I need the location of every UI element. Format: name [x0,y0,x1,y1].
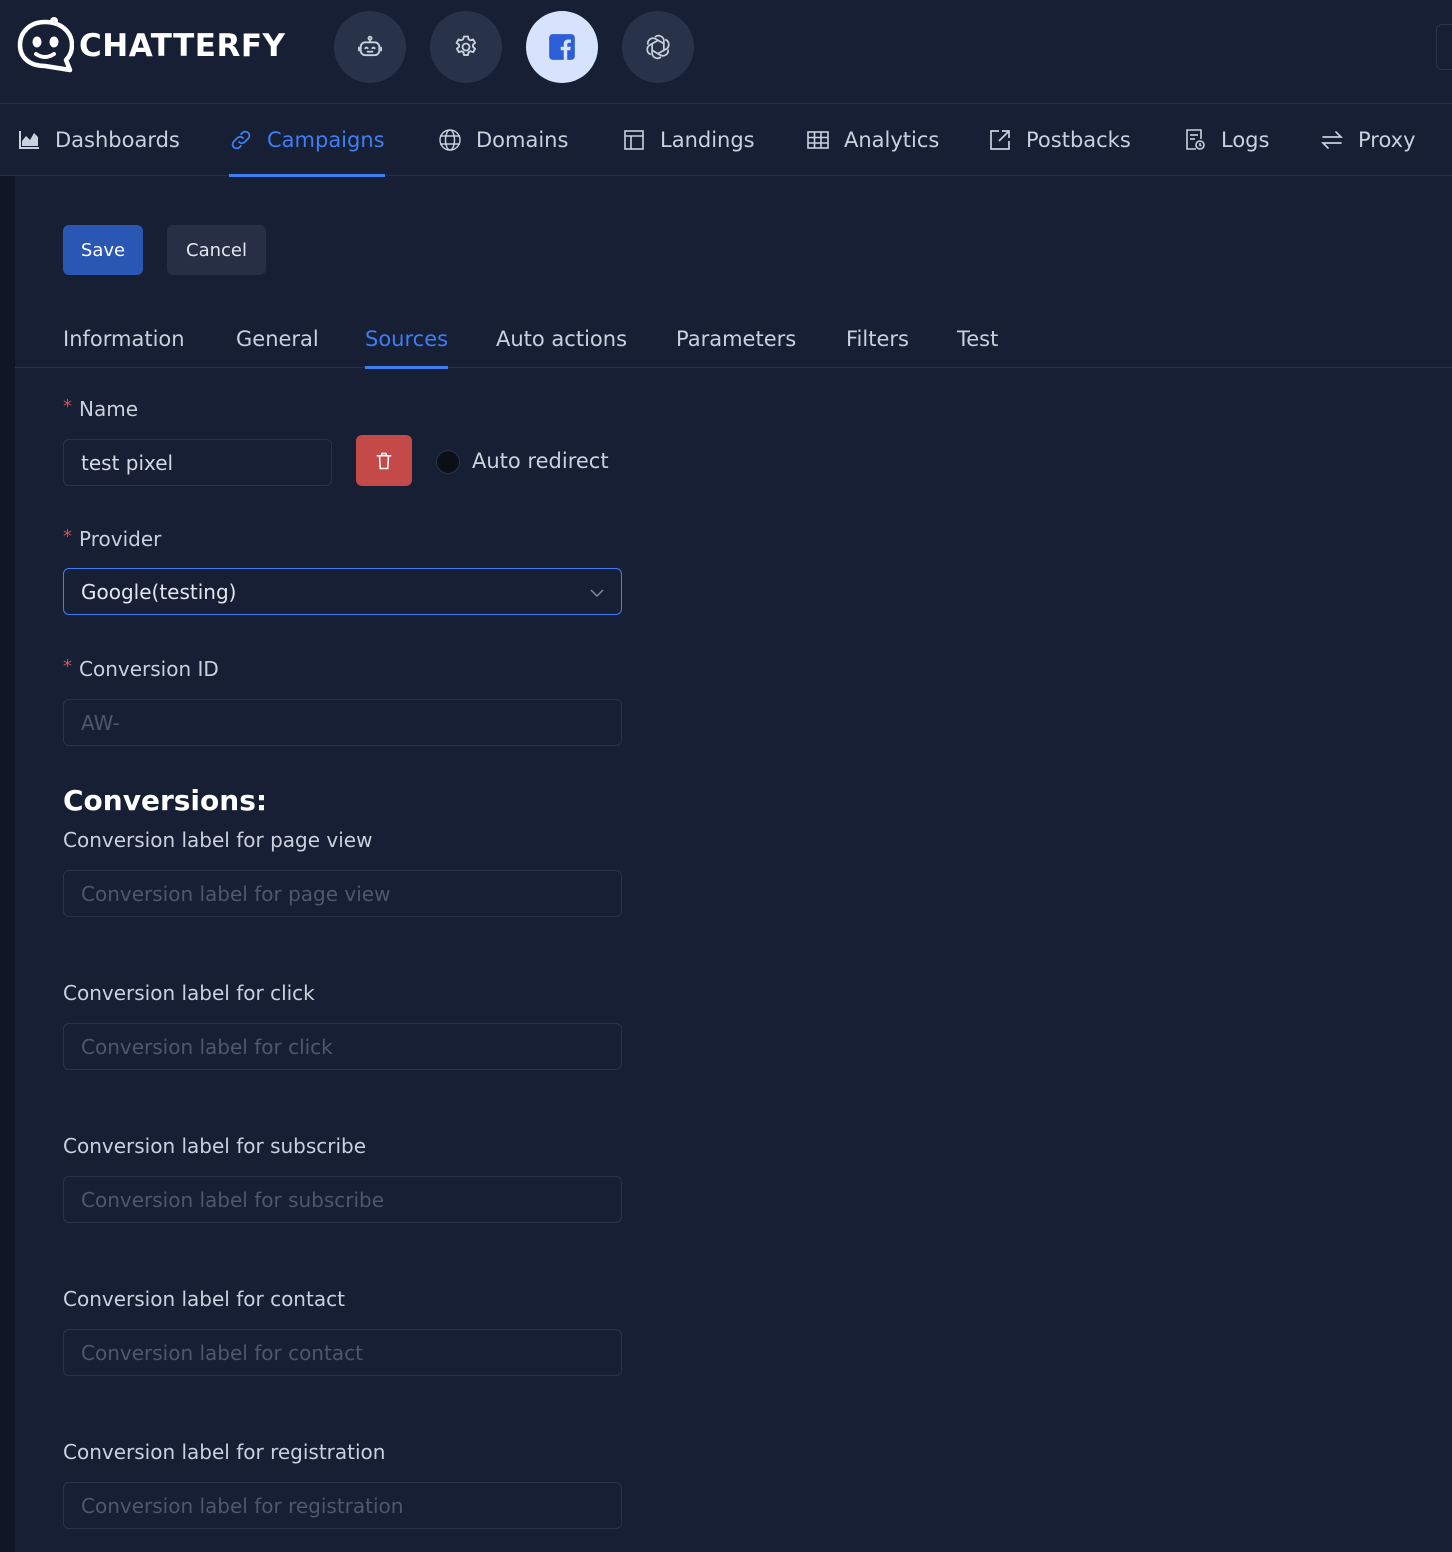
conversion-click-input[interactable]: Conversion label for click [63,1023,622,1070]
swap-icon [1320,131,1344,149]
globe-icon [439,129,461,151]
settings-button[interactable] [430,11,502,83]
conversion-page-view-label: Conversion label for page view [63,828,373,852]
conversion-id-label: Conversion ID [63,657,219,681]
nav-item-campaigns[interactable]: Campaigns [229,104,385,177]
save-button[interactable]: Save [63,225,143,275]
name-label: Name [63,397,138,421]
nav-item-dashboards[interactable]: Dashboards [17,104,180,176]
nav-item-label: Postbacks [1026,128,1131,152]
layout-icon [624,130,644,150]
brand-name: CHATTERFY [79,28,286,64]
main-content: Save Cancel Information General Sources … [15,176,1452,1552]
openai-icon [646,34,670,60]
nav-item-label: Campaigns [267,128,385,152]
chevron-down-icon [590,589,604,597]
external-link-icon [990,130,1010,150]
conversion-registration-label: Conversion label for registration [63,1440,386,1464]
bot-icon [357,35,383,57]
nav-item-label: Domains [476,128,569,152]
main-nav: Dashboards Campaigns Domains Landings An… [0,104,1452,177]
nav-item-logs[interactable]: Logs [1183,104,1269,176]
chart-icon [19,131,39,149]
facebook-button[interactable] [526,11,598,83]
name-input[interactable]: test pixel [63,439,332,486]
tab-information[interactable]: Information [63,310,185,368]
openai-button[interactable] [622,11,694,83]
conversion-contact-input[interactable]: Conversion label for contact [63,1329,622,1376]
conversion-id-input[interactable]: AW- [63,699,622,746]
nav-item-landings[interactable]: Landings [622,104,755,176]
table-icon [807,131,829,149]
nav-item-label: Landings [660,128,755,152]
provider-label: Provider [63,527,161,551]
brand-logo[interactable]: CHATTERFY [16,16,285,74]
provider-value: Google(testing) [81,579,237,604]
user-menu-button[interactable] [1436,24,1452,70]
chatterfy-logo-icon [17,17,74,73]
tab-test[interactable]: Test [957,310,998,368]
conversion-page-view-input[interactable]: Conversion label for page view [63,870,622,917]
nav-item-proxy[interactable]: Proxy [1320,104,1416,176]
top-bar: CHATTERFY [0,0,1452,104]
log-file-icon [1186,129,1205,150]
conversions-title: Conversions: [63,784,268,817]
nav-item-label: Dashboards [55,128,180,152]
conversion-subscribe-input[interactable]: Conversion label for subscribe [63,1176,622,1223]
conversion-registration-input[interactable]: Conversion label for registration [63,1482,622,1529]
auto-redirect-label: Auto redirect [472,449,609,473]
provider-select[interactable]: Google(testing) [63,568,622,615]
nav-item-label: Analytics [844,128,940,152]
bot-button[interactable] [334,11,406,83]
tab-general[interactable]: General [236,310,319,368]
conversion-subscribe-label: Conversion label for subscribe [63,1134,367,1158]
conversion-click-label: Conversion label for click [63,981,315,1005]
left-sidebar-edge [0,176,15,1552]
nav-item-label: Logs [1221,128,1270,152]
tab-bar: Information General Sources Auto actions… [15,310,1452,369]
conversion-contact-label: Conversion label for contact [63,1287,345,1311]
facebook-icon [549,34,575,60]
tab-filters[interactable]: Filters [846,310,909,368]
tab-parameters[interactable]: Parameters [676,310,796,368]
link-icon [231,130,251,150]
nav-item-postbacks[interactable]: Postbacks [988,104,1131,176]
tab-auto-actions[interactable]: Auto actions [496,310,627,368]
cancel-button[interactable]: Cancel [167,225,266,275]
nav-item-domains[interactable]: Domains [438,104,568,176]
delete-button[interactable] [356,435,412,486]
auto-redirect-radio[interactable] [436,450,460,474]
nav-item-label: Proxy [1358,128,1416,152]
nav-item-analytics[interactable]: Analytics [806,104,939,176]
gear-icon [455,35,477,56]
tab-sources[interactable]: Sources [365,310,449,369]
trash-icon [376,452,392,469]
